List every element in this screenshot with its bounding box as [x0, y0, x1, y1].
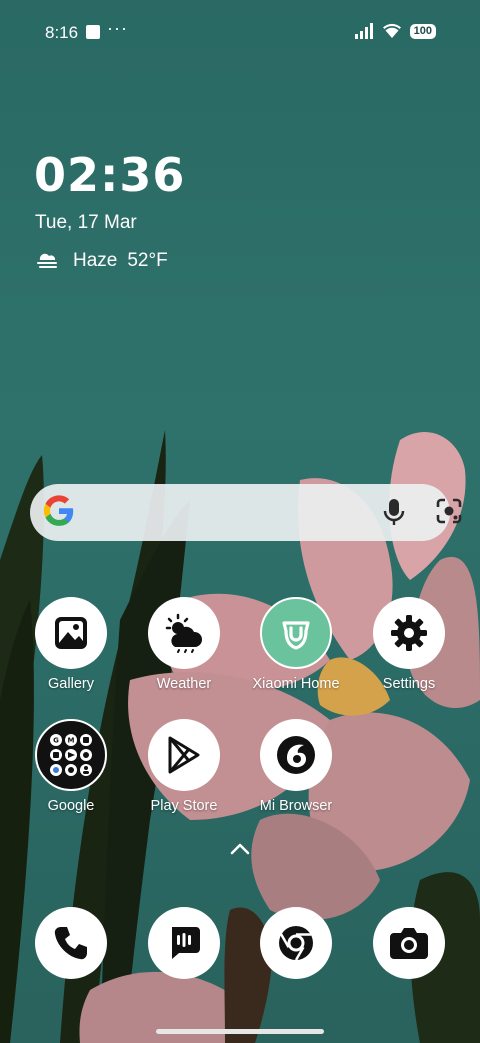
haze-icon — [37, 253, 57, 268]
camera-icon — [373, 907, 445, 979]
app-drawer-chevron-up-icon[interactable] — [229, 842, 251, 856]
dock-phone[interactable] — [15, 907, 127, 979]
app-weather[interactable]: Weather — [128, 597, 240, 692]
clock-date[interactable]: Tue, 17 Mar — [35, 212, 137, 234]
google-folder-icon: GM — [35, 719, 107, 791]
folder-google[interactable]: GM Google — [15, 719, 127, 814]
mi-browser-icon — [260, 719, 332, 791]
xiaomi-home-icon — [260, 597, 332, 669]
dock-chrome[interactable] — [240, 907, 352, 979]
app-xiaomi-home[interactable]: Xiaomi Home — [240, 597, 352, 692]
app-label: Gallery — [48, 676, 94, 692]
weather-temperature: 52°F — [127, 250, 168, 271]
weather-icon — [148, 597, 220, 669]
lens-icon[interactable] — [434, 496, 464, 526]
battery-indicator: 100 — [409, 23, 436, 39]
status-bar: 8:16 ··· 100 — [0, 0, 480, 64]
play-store-icon — [148, 719, 220, 791]
google-search-bar[interactable] — [30, 484, 462, 541]
gesture-nav-bar[interactable] — [156, 1029, 324, 1034]
weather-widget[interactable]: Haze 52°F — [35, 250, 168, 272]
messages-icon — [148, 907, 220, 979]
app-label: Xiaomi Home — [252, 676, 340, 692]
weather-condition: Haze — [73, 250, 118, 271]
app-label: Google — [47, 798, 95, 814]
svg-text:M: M — [68, 737, 75, 745]
app-label: Settings — [382, 676, 436, 692]
app-mi-browser[interactable]: Mi Browser — [240, 719, 352, 814]
status-time: 8:16 — [45, 23, 79, 42]
svg-text:G: G — [53, 737, 59, 745]
app-gallery[interactable]: Gallery — [15, 597, 127, 692]
app-play-store[interactable]: Play Store — [128, 719, 240, 814]
phone-icon — [35, 907, 107, 979]
gallery-icon — [35, 597, 107, 669]
notification-square-icon — [86, 25, 100, 39]
chrome-icon — [260, 907, 332, 979]
app-label: Play Store — [150, 798, 218, 814]
dock-messages[interactable] — [128, 907, 240, 979]
wifi-icon — [382, 23, 401, 38]
app-settings[interactable]: Settings — [353, 597, 465, 692]
google-g-icon — [43, 495, 74, 526]
signal-icon — [354, 23, 373, 39]
mic-icon[interactable] — [380, 497, 408, 527]
more-notifications-icon: ··· — [107, 18, 128, 38]
settings-gear-icon — [373, 597, 445, 669]
dock-camera[interactable] — [353, 907, 465, 979]
app-label: Mi Browser — [259, 798, 333, 814]
app-label: Weather — [156, 676, 212, 692]
clock-time[interactable]: 02:36 — [34, 148, 185, 202]
